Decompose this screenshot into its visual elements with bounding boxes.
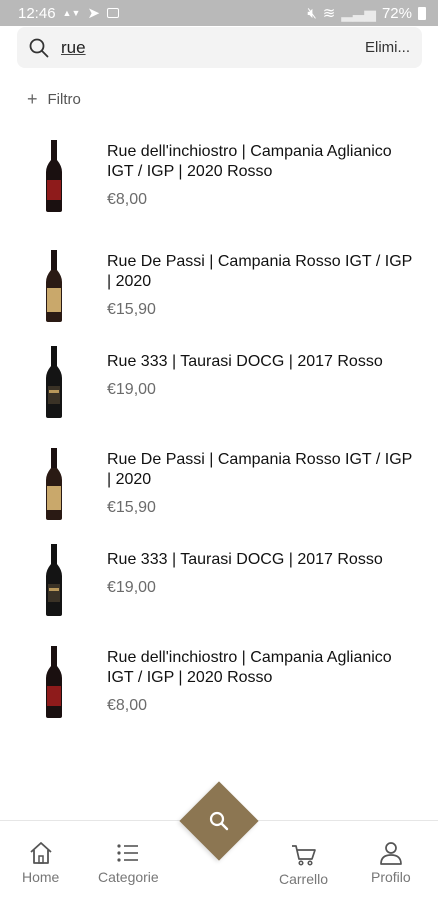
status-bar: 12:46 ▲▼ ➤ 🔇︎ ≋ ▂▃▅ 72% (0, 0, 438, 26)
search-bar[interactable]: rue Elimi... (17, 27, 422, 68)
product-price: €15,90 (107, 499, 156, 516)
plus-icon: + (27, 89, 38, 109)
product-item[interactable]: Rue 333 | Taurasi DOCG | 2017 Rosso €19,… (0, 338, 438, 418)
mute-icon: 🔇︎ (307, 4, 317, 22)
status-time: 12:46 (18, 4, 56, 22)
data-speed-icon: ▲▼ (62, 7, 81, 18)
product-item[interactable]: Rue 333 | Taurasi DOCG | 2017 Rosso €19,… (0, 536, 438, 616)
product-item[interactable]: Rue De Passi | Campania Rosso IGT / IGP … (0, 238, 438, 328)
product-item[interactable]: Rue De Passi | Campania Rosso IGT / IGP … (0, 436, 438, 526)
tab-label: Home (22, 869, 60, 885)
wine-bottle-image (28, 646, 80, 718)
wine-bottle-image (28, 140, 80, 212)
product-title: Rue 333 | Taurasi DOCG | 2017 Rosso (107, 551, 383, 568)
product-price: €8,00 (107, 697, 148, 714)
telegram-icon: ➤ (87, 5, 100, 22)
battery-percent: 72% (381, 4, 412, 22)
wine-bottle-image (28, 544, 80, 616)
product-price: €19,00 (107, 381, 156, 398)
product-title: Rue De Passi | Campania Rosso IGT / IGP … (107, 253, 413, 290)
product-title: Rue dell'inchiostro | Campania Aglianico… (107, 649, 392, 686)
clear-search-button[interactable]: Elimi... (365, 39, 410, 56)
search-input[interactable]: rue (61, 38, 365, 58)
wine-bottle-image (28, 250, 80, 322)
product-title: Rue dell'inchiostro | Campania Aglianico… (107, 143, 392, 180)
product-title: Rue 333 | Taurasi DOCG | 2017 Rosso (107, 353, 383, 370)
tab-label: Profilo (371, 869, 411, 885)
wine-bottle-image (28, 346, 80, 418)
tab-profilo[interactable]: Profilo (371, 841, 411, 885)
wine-bottle-image (28, 448, 80, 520)
filter-label: Filtro (47, 90, 81, 108)
product-price: €19,00 (107, 579, 156, 596)
tab-label: Carrello (279, 871, 329, 887)
tab-label: Categorie (98, 869, 159, 885)
product-item[interactable]: Rue dell'inchiostro | Campania Aglianico… (0, 634, 438, 724)
product-price: €8,00 (107, 191, 148, 208)
search-icon (209, 811, 229, 831)
filter-button[interactable]: + Filtro (27, 90, 81, 108)
tab-home[interactable]: Home (22, 841, 59, 885)
product-price: €15,90 (107, 301, 156, 318)
home-icon (30, 842, 52, 864)
cart-icon (291, 845, 316, 866)
battery-icon (418, 6, 426, 20)
tab-categorie[interactable]: Categorie (98, 841, 159, 885)
signal-icon: ▂▃▅ (341, 5, 376, 22)
search-icon (29, 38, 49, 57)
product-item[interactable]: Rue dell'inchiostro | Campania Aglianico… (0, 128, 438, 218)
product-title: Rue De Passi | Campania Rosso IGT / IGP … (107, 451, 413, 488)
gallery-icon (106, 8, 119, 18)
list-icon (117, 844, 139, 862)
user-icon (379, 842, 402, 865)
wifi-icon: ≋ (322, 5, 336, 22)
tab-carrello[interactable]: Carrello (279, 843, 328, 887)
